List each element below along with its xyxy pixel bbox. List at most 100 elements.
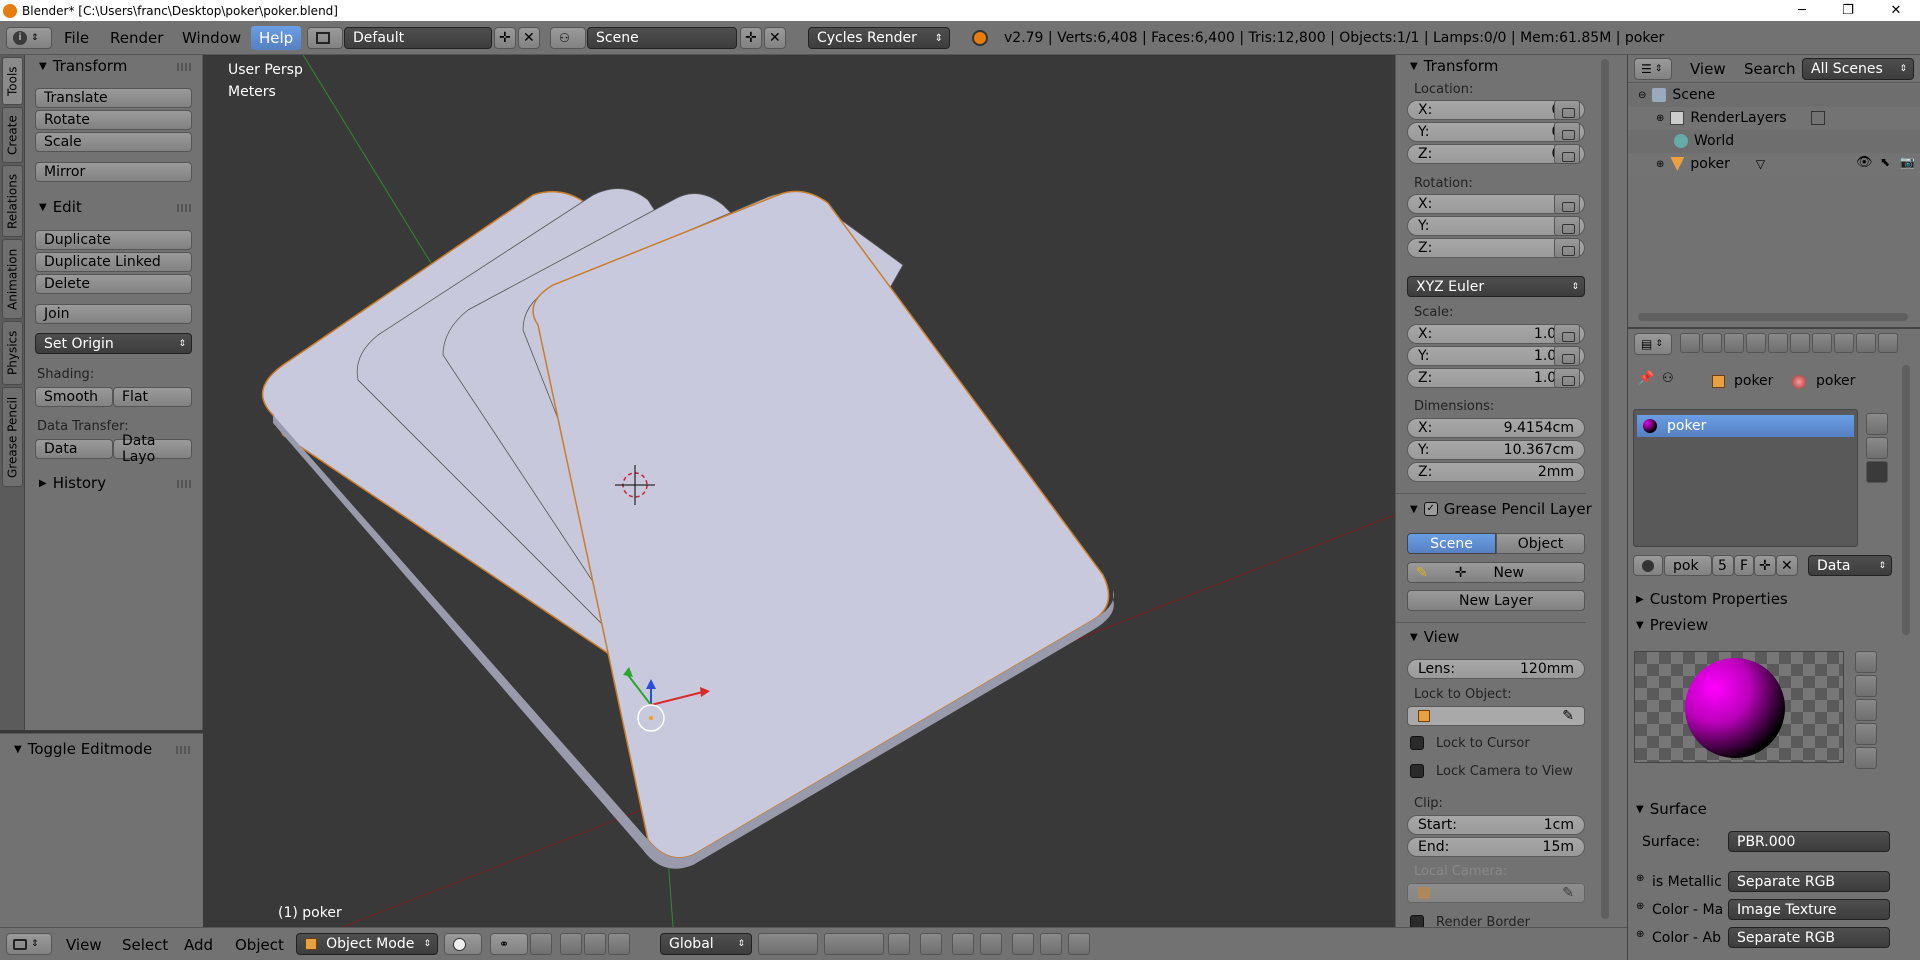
menu-select[interactable]: Select bbox=[122, 933, 168, 957]
outliner-item-renderlayers[interactable]: ⊕ RenderLayers bbox=[1656, 110, 1825, 126]
material-name-field[interactable]: pok bbox=[1664, 555, 1712, 576]
material-browse-button[interactable] bbox=[1633, 555, 1663, 576]
preview-cube-icon[interactable] bbox=[1855, 699, 1877, 721]
lock-rotation-y-icon[interactable] bbox=[1554, 216, 1580, 236]
lock-camera-checkbox[interactable] bbox=[1410, 764, 1424, 778]
remove-screen-button[interactable]: ✕ bbox=[518, 27, 540, 49]
menu-add[interactable]: Add bbox=[184, 933, 213, 957]
color-ma-input-select[interactable]: Image Texture bbox=[1728, 899, 1890, 920]
toggle-editmode-header[interactable]: ▼ Toggle Editmode bbox=[14, 739, 152, 759]
delete-button[interactable]: Delete bbox=[35, 274, 192, 294]
clip-start-field[interactable]: Start: 1cm bbox=[1407, 815, 1585, 835]
material-users-count[interactable]: 5 bbox=[1712, 555, 1734, 576]
data-transfer-button[interactable]: Data bbox=[35, 439, 113, 459]
preview-monkey-icon[interactable] bbox=[1855, 723, 1877, 745]
preview-hair-icon[interactable] bbox=[1855, 747, 1877, 769]
add-slot-button[interactable] bbox=[1866, 413, 1888, 435]
material-slots-list[interactable]: poker bbox=[1633, 409, 1858, 547]
screen-layout-icon-button[interactable] bbox=[307, 27, 343, 49]
layers-grid-2[interactable] bbox=[824, 933, 884, 955]
menu-object[interactable]: Object bbox=[235, 933, 284, 957]
render-opengl-icon[interactable] bbox=[1040, 933, 1062, 955]
duplicate-linked-button[interactable]: Duplicate Linked bbox=[35, 252, 192, 272]
expand-icon[interactable]: ⊕ bbox=[1636, 901, 1644, 912]
surface-header[interactable]: ▼ Surface bbox=[1636, 799, 1707, 819]
pivot-point-button[interactable]: ⚭ bbox=[490, 933, 528, 955]
grease-pencil-layer-header[interactable]: ▼ ✓ Grease Pencil Layer bbox=[1410, 498, 1592, 520]
local-camera-field[interactable]: ✎ bbox=[1407, 883, 1585, 903]
selectability-cursor-icon[interactable]: ⬉ bbox=[1880, 155, 1890, 169]
lock-scale-y-icon[interactable] bbox=[1554, 346, 1580, 366]
world-tab-icon[interactable] bbox=[1746, 333, 1766, 353]
lock-to-object-field[interactable]: ✎ bbox=[1407, 706, 1585, 726]
modifiers-tab-icon[interactable] bbox=[1812, 333, 1832, 353]
texture-tab-icon[interactable] bbox=[1878, 333, 1898, 353]
remove-slot-button[interactable] bbox=[1866, 437, 1888, 459]
snap-element-icon[interactable] bbox=[980, 933, 1002, 955]
transform-panel-header[interactable]: ▼ Transform bbox=[39, 55, 127, 77]
viewport-shading-button[interactable] bbox=[444, 933, 482, 955]
lock-location-z-icon[interactable] bbox=[1554, 144, 1580, 164]
material-link-select[interactable]: Data ⇕ bbox=[1808, 555, 1892, 576]
data-tab-icon[interactable] bbox=[1834, 333, 1854, 353]
surface-shader-select[interactable]: PBR.000 bbox=[1728, 831, 1890, 852]
duplicate-button[interactable]: Duplicate bbox=[35, 230, 192, 250]
lock-location-x-icon[interactable] bbox=[1554, 100, 1580, 120]
outliner-menu-view[interactable]: View bbox=[1690, 57, 1726, 81]
translate-button[interactable]: Translate bbox=[35, 88, 192, 108]
render-engine-select[interactable]: Cycles Render ⇕ bbox=[808, 27, 950, 49]
panel-grip-icon[interactable] bbox=[177, 480, 191, 488]
menu-window[interactable]: Window bbox=[182, 26, 241, 50]
panel-grip-icon[interactable] bbox=[177, 63, 191, 71]
gp-object-toggle[interactable]: Object bbox=[1496, 533, 1585, 554]
tab-tools[interactable]: Tools bbox=[2, 57, 23, 105]
maximize-button[interactable]: ❐ bbox=[1826, 0, 1870, 21]
lock-to-cursor-checkbox[interactable] bbox=[1410, 736, 1424, 750]
outliner-item-poker[interactable]: ⊕ poker ▽ bbox=[1656, 156, 1765, 172]
rotate-manipulator-icon[interactable] bbox=[584, 933, 606, 955]
mirror-button[interactable]: Mirror bbox=[35, 162, 192, 182]
tab-create[interactable]: Create bbox=[2, 107, 23, 163]
layers-grid-1[interactable] bbox=[758, 933, 818, 955]
lock-rotation-z-icon[interactable] bbox=[1554, 238, 1580, 258]
preview-sphere-button-icon[interactable] bbox=[1855, 675, 1877, 697]
tab-physics[interactable]: Physics bbox=[2, 321, 23, 385]
dimensions-z-field[interactable]: Z: 2mm bbox=[1407, 462, 1585, 482]
edit-panel-header[interactable]: ▼ Edit bbox=[39, 196, 82, 218]
custom-properties-header[interactable]: ▶ Custom Properties bbox=[1636, 589, 1788, 609]
scale-button[interactable]: Scale bbox=[35, 132, 192, 152]
renderability-camera-icon[interactable]: 📷 bbox=[1900, 155, 1915, 169]
panel-grip-icon[interactable] bbox=[176, 746, 190, 754]
editor-type-button[interactable]: ⇕ bbox=[6, 933, 52, 955]
menu-render[interactable]: Render bbox=[110, 26, 163, 50]
outliner-editor-type-button[interactable]: ☰ ⇕ bbox=[1634, 58, 1672, 80]
join-button[interactable]: Join bbox=[35, 304, 192, 324]
tab-grease-pencil[interactable]: Grease Pencil bbox=[2, 387, 23, 487]
dimensions-y-field[interactable]: Y: 10.367cm bbox=[1407, 440, 1585, 460]
data-layout-button[interactable]: Data Layo bbox=[113, 433, 192, 465]
minimize-button[interactable]: ─ bbox=[1780, 0, 1824, 21]
view-panel-header[interactable]: ▼ View bbox=[1410, 626, 1459, 648]
gp-enable-checkbox[interactable]: ✓ bbox=[1423, 502, 1438, 516]
metallic-input-select[interactable]: Separate RGB bbox=[1728, 871, 1890, 892]
lock-rotation-x-icon[interactable] bbox=[1554, 194, 1580, 214]
lock-layers-icon[interactable] bbox=[888, 933, 910, 955]
expand-icon[interactable]: ⊕ bbox=[1636, 873, 1644, 884]
outliner-display-mode-select[interactable]: All Scenes ⇕ bbox=[1802, 58, 1914, 80]
tab-relations[interactable]: Relations bbox=[2, 165, 23, 237]
flat-button[interactable]: Flat bbox=[113, 387, 192, 407]
render-layers-tab-icon[interactable] bbox=[1702, 333, 1722, 353]
screen-layout-field[interactable]: Default bbox=[344, 27, 492, 49]
menu-view[interactable]: View bbox=[66, 933, 102, 957]
object-tab-icon[interactable] bbox=[1768, 333, 1788, 353]
lock-scale-z-icon[interactable] bbox=[1554, 368, 1580, 388]
new-layer-button[interactable]: New Layer bbox=[1407, 590, 1585, 611]
render-tab-icon[interactable] bbox=[1680, 333, 1700, 353]
rotate-button[interactable]: Rotate bbox=[35, 110, 192, 130]
menu-help[interactable]: Help bbox=[251, 26, 302, 50]
set-origin-select[interactable]: Set Origin ⇕ bbox=[35, 333, 192, 354]
constraints-tab-icon[interactable] bbox=[1790, 333, 1810, 353]
color-ab-input-select[interactable]: Separate RGB bbox=[1728, 927, 1890, 948]
snap-icon[interactable] bbox=[952, 933, 974, 955]
proportional-edit-icon[interactable] bbox=[920, 933, 942, 955]
